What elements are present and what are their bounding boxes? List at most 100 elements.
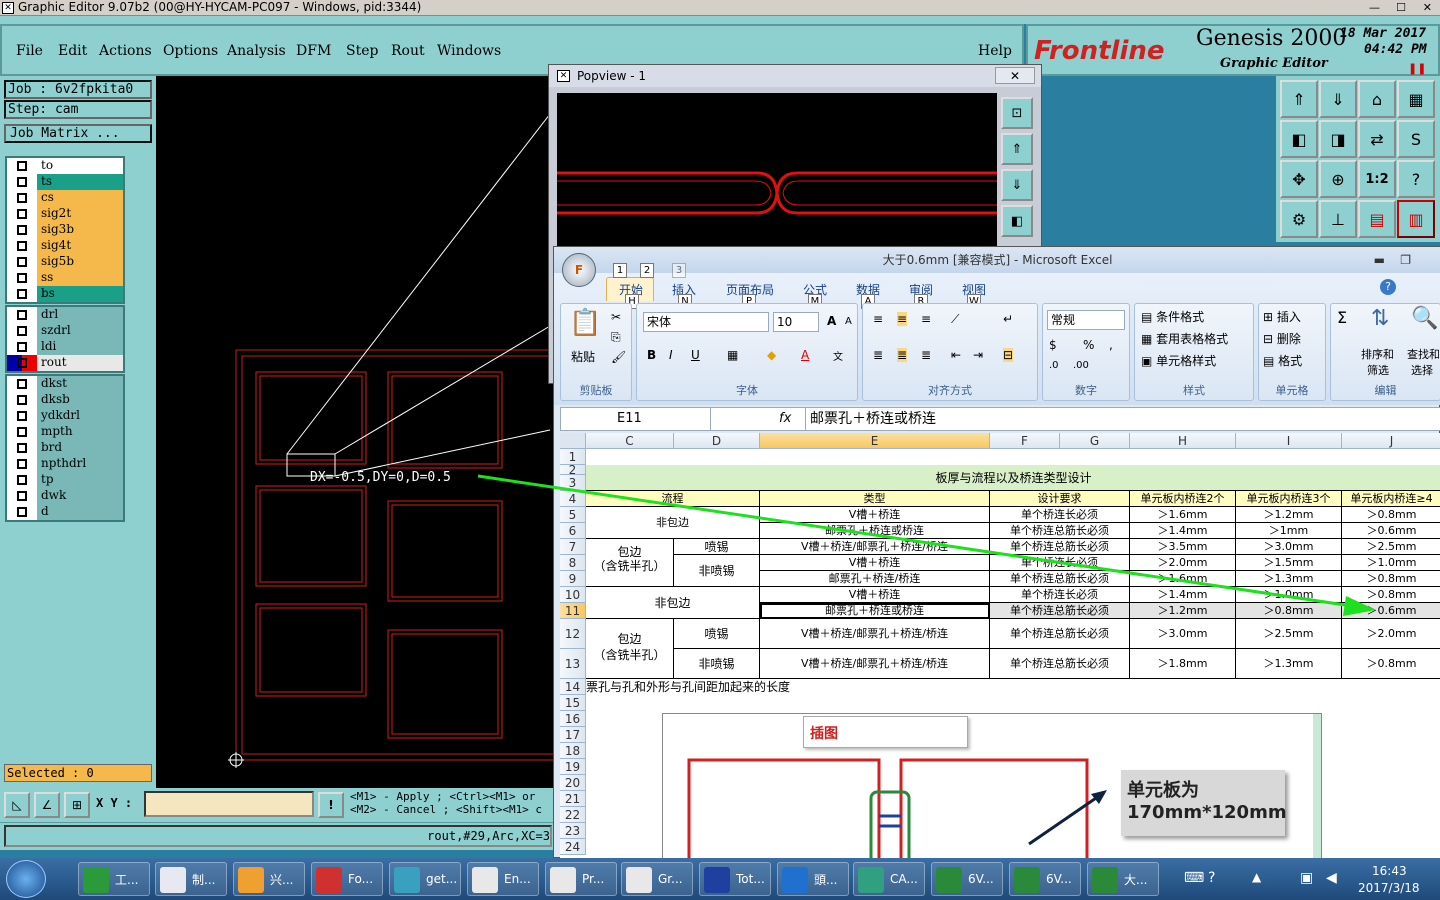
taskbar-item[interactable]: Tot...	[699, 862, 771, 896]
layer-row-npthdrl[interactable]: npthdrl	[7, 455, 123, 472]
menu-windows[interactable]: Windows	[437, 43, 501, 59]
alert-icon[interactable]: !	[318, 792, 344, 818]
column-header-H[interactable]: H	[1130, 433, 1236, 449]
table-title[interactable]: 板厚与流程以及桥连类型设计	[586, 465, 1440, 491]
taskbar-item[interactable]: 頭...	[777, 862, 849, 896]
office-button-icon[interactable]: F	[562, 253, 596, 287]
number-format-select[interactable]: 常规	[1047, 310, 1125, 330]
table-cell[interactable]: 喷锡	[674, 539, 760, 555]
layer-name[interactable]: dksb	[37, 391, 123, 408]
menu-rout[interactable]: Rout	[391, 43, 425, 59]
italic-icon[interactable]: I	[669, 348, 673, 362]
currency-icon[interactable]: $	[1049, 338, 1057, 352]
row-header-22[interactable]: 22	[560, 807, 586, 823]
layer-row-szdrl[interactable]: szdrl	[7, 322, 123, 339]
font-name-select[interactable]: 宋体	[643, 312, 769, 332]
zoom-up-icon[interactable]: ⇑	[1280, 80, 1318, 118]
popview-close-button[interactable]: ✕	[995, 67, 1035, 84]
table-cell[interactable]: 喷锡	[674, 619, 760, 649]
pv-down-icon[interactable]: ⇓	[1001, 169, 1033, 201]
row-header-12[interactable]: 12	[560, 619, 586, 649]
table-cell[interactable]: ＞1.6mm	[1130, 507, 1236, 523]
border-icon[interactable]: ▦	[727, 348, 738, 362]
layer-checkbox[interactable]	[7, 338, 37, 355]
find-label[interactable]: 查找和	[1407, 346, 1440, 362]
column-header-F[interactable]: F	[990, 433, 1060, 449]
pan-right-icon[interactable]: ◨	[1319, 120, 1357, 158]
selected-cell-e11[interactable]: 邮票孔＋桥连或桥连	[760, 603, 990, 619]
table-cell[interactable]: ＞1.4mm	[1130, 587, 1236, 603]
layer-name[interactable]: to	[37, 157, 123, 174]
row-header-4[interactable]: 4	[560, 491, 586, 507]
layer-name[interactable]: ts	[37, 173, 123, 190]
autosum-icon[interactable]: Σ	[1337, 308, 1347, 327]
keyboard-icon[interactable]: ⌨	[1184, 870, 1204, 886]
font-color-icon[interactable]: A	[801, 348, 809, 362]
sort-filter-label[interactable]: 排序和	[1361, 346, 1394, 362]
row-header-18[interactable]: 18	[560, 743, 586, 759]
table-cell[interactable]: ＞1.2mm	[1130, 603, 1236, 619]
layer-name[interactable]: sig2t	[37, 205, 123, 222]
taskbar-item[interactable]: Pr...	[545, 862, 617, 896]
taskbar-item[interactable]: 大...	[1087, 862, 1159, 896]
layer-name[interactable]: sig4t	[37, 237, 123, 254]
layer-row-bs[interactable]: bs	[7, 285, 123, 302]
job-matrix-button[interactable]: Job Matrix ...	[4, 124, 152, 143]
layer-row-rout[interactable]: rout	[7, 354, 123, 371]
taskbar-item[interactable]: 工...	[78, 862, 150, 896]
layer-row-to[interactable]: to	[7, 157, 123, 174]
table-cell[interactable]: ＞1.3mm	[1236, 649, 1342, 679]
layer-row-cs[interactable]: cs	[7, 189, 123, 206]
measure-icon[interactable]: ⊥	[1319, 200, 1357, 238]
flow-cell[interactable]: 非包边	[586, 587, 760, 619]
name-box[interactable]: E11	[561, 408, 711, 430]
layer-name[interactable]: brd	[37, 439, 123, 456]
taskbar-item[interactable]: get...	[389, 862, 461, 896]
layer-name[interactable]: npthdrl	[37, 455, 123, 472]
help-tray-icon[interactable]: ?	[1208, 870, 1215, 886]
delete-cells-button[interactable]: ⊟ 删除	[1263, 330, 1301, 347]
table-cell[interactable]: ＞1.3mm	[1236, 571, 1342, 587]
layer-name[interactable]: sig5b	[37, 253, 123, 270]
table-cell[interactable]: 单个桥连总筋长必须	[990, 523, 1130, 539]
pv-zoom-icon[interactable]: ⊡	[1001, 97, 1033, 129]
align-left-icon[interactable]: ≣	[873, 348, 883, 362]
layer-name[interactable]: dkst	[37, 375, 123, 392]
graphic-canvas[interactable]: DX=-0.5,DY=0,D=0.5	[156, 76, 554, 790]
menu-analysis[interactable]: Analysis	[227, 43, 286, 59]
clock-time[interactable]: 16:43	[1372, 864, 1407, 878]
angle-tool-icon[interactable]: ∠	[34, 792, 60, 818]
taskbar-item[interactable]: Fo...	[311, 862, 383, 896]
column-header-G[interactable]: G	[1060, 433, 1130, 449]
layer-checkbox[interactable]	[7, 391, 37, 408]
table-cell[interactable]: ＞0.8mm	[1342, 587, 1440, 603]
layer-checkbox[interactable]	[7, 173, 37, 190]
indent-dec-icon[interactable]: ⇤	[951, 348, 961, 362]
table-cell[interactable]: ＞1mm	[1236, 523, 1342, 539]
font-size-select[interactable]: 10	[773, 312, 819, 332]
row-header-11[interactable]: 11	[560, 603, 586, 619]
taskbar-item[interactable]: 兴...	[233, 862, 305, 896]
maximize-button[interactable]: ☐	[1396, 0, 1406, 15]
tools-icon[interactable]: ⚙	[1280, 200, 1318, 238]
menu-step[interactable]: Step	[346, 43, 378, 59]
layer-name[interactable]: tp	[37, 471, 123, 488]
taskbar-item[interactable]: Gr...	[621, 862, 693, 896]
table-cell[interactable]: ＞2.0mm	[1342, 619, 1440, 649]
copy-icon[interactable]: ⎘	[611, 330, 621, 345]
layer-row-brd[interactable]: brd	[7, 439, 123, 456]
layer-name[interactable]: dwk	[37, 487, 123, 504]
flow-cell[interactable]: 包边 （含铣半孔）	[586, 539, 674, 587]
table-cell[interactable]: 邮票孔＋桥连/桥连	[760, 571, 990, 587]
row-header-13[interactable]: 13	[560, 649, 586, 679]
paste-label[interactable]: 粘贴	[571, 348, 595, 365]
align-top-icon[interactable]: ≡	[873, 312, 883, 326]
cut-icon[interactable]: ✂	[611, 310, 621, 324]
close-button[interactable]: ✕	[1423, 0, 1432, 15]
conditional-format-button[interactable]: ▤ 条件格式	[1141, 308, 1204, 325]
table-cell[interactable]: ＞1.0mm	[1236, 587, 1342, 603]
row-header-10[interactable]: 10	[560, 587, 586, 603]
layer-row-drl[interactable]: drl	[7, 306, 123, 323]
bold-icon[interactable]: B	[647, 348, 656, 362]
row-header-2[interactable]: 2	[560, 464, 586, 476]
